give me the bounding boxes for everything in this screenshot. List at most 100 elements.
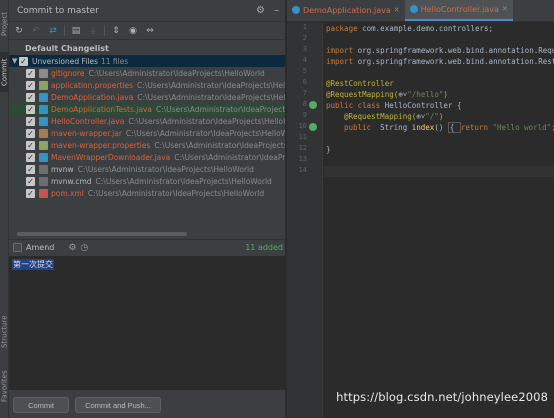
tool-tab-favorites[interactable]: Favorites — [0, 364, 9, 408]
line-number: 11 — [298, 133, 307, 141]
shelve-icon[interactable]: ▤ — [70, 25, 82, 37]
file-row[interactable]: ✓ MavenWrapperDownloader.java C:\Users\Adm… — [9, 151, 285, 163]
file-icon — [39, 92, 48, 102]
tool-tab-structure[interactable]: Structure — [0, 310, 9, 354]
clock-icon[interactable]: ◷ — [80, 243, 88, 253]
current-line-highlight — [324, 166, 554, 177]
toolbar-divider — [104, 25, 105, 36]
amend-bar: Amend ⚙ ◷ 11 added — [9, 239, 286, 255]
chevron-down-icon[interactable]: ▼ — [12, 57, 19, 65]
minimize-icon[interactable]: – — [274, 5, 279, 17]
file-list: ✓ gitignore C:\Users\Administrator\IdeaPro… — [9, 67, 285, 199]
amend-label[interactable]: Amend — [26, 243, 54, 252]
editor-tabs: DemoApplication.java ✕ HelloController.j… — [287, 0, 554, 22]
file-icon — [39, 152, 48, 162]
file-checkbox[interactable]: ✓ — [26, 68, 35, 78]
watermark: https://blog.csdn.net/johneylee2008 — [336, 390, 548, 404]
line-number: 2 — [302, 34, 307, 42]
file-path: C:\Users\Administrator\IdeaProjects\Hell… — [87, 188, 265, 198]
code-area[interactable]: 1 2 3 4 5 6 7 8 9 10 11 12 13 14 package… — [287, 23, 554, 418]
group-label: Unversioned Files — [32, 56, 98, 66]
spring-mapping-icon[interactable] — [309, 123, 317, 131]
tool-tab-commit[interactable]: Commit — [0, 52, 9, 92]
file-checkbox[interactable]: ✓ — [26, 116, 35, 126]
file-checkbox[interactable]: ✓ — [26, 128, 35, 138]
file-row[interactable]: ✓ mvnw.cmd C:\Users\Administrator\IdeaProj… — [9, 175, 285, 187]
commit-message-input[interactable]: 第一次提交 — [9, 256, 286, 390]
line-number: 10 — [298, 122, 307, 130]
line-number: 6 — [302, 78, 307, 86]
file-checkbox[interactable]: ✓ — [26, 92, 35, 102]
line-number: 7 — [302, 89, 307, 97]
tab-hello-controller[interactable]: HelloController.java ✕ — [404, 0, 513, 21]
close-icon[interactable]: ✕ — [502, 5, 508, 13]
added-status: 11 added — [245, 243, 283, 252]
file-checkbox[interactable]: ✓ — [26, 140, 35, 150]
file-name: mvnw.cmd — [51, 176, 92, 186]
changes-tree: Default Changelist ▼ ✓ Unversioned Files… — [9, 40, 285, 230]
file-name: application.properties — [51, 80, 134, 90]
rollback-icon[interactable]: ↶ — [30, 25, 42, 37]
file-row[interactable]: ✓ mvnw C:\Users\Administrator\IdeaProjects… — [9, 163, 285, 175]
commit-button[interactable]: Commit — [13, 397, 69, 413]
gear-icon[interactable]: ⚙ — [68, 243, 76, 253]
checkbox-checked[interactable]: ✓ — [19, 56, 28, 66]
file-name: MavenWrapperDownloader.java — [51, 152, 171, 162]
eye-icon[interactable]: ◉ — [127, 25, 139, 37]
left-tool-strip: Project Commit Structure Favorites — [0, 0, 9, 418]
tab-demo-application[interactable]: DemoApplication.java ✕ — [287, 0, 405, 21]
file-row[interactable]: ✓ pom.xml C:\Users\Administrator\IdeaProje… — [9, 187, 285, 199]
unversioned-files-group[interactable]: ▼ ✓ Unversioned Files 11 files — [9, 55, 285, 67]
commit-and-push-button[interactable]: Commit and Push... — [75, 397, 161, 413]
tab-label: HelloController.java — [420, 4, 499, 14]
expand-icon[interactable]: ⇕ — [110, 25, 122, 37]
file-icon — [39, 140, 48, 150]
changelist-label[interactable]: Default Changelist — [9, 43, 285, 55]
file-name: DemoApplication.java — [51, 92, 134, 102]
file-row[interactable]: ✓ DemoApplication.java C:\Users\Administra… — [9, 91, 285, 103]
file-checkbox[interactable]: ✓ — [26, 176, 35, 186]
file-path: C:\Users\Administrator\IdeaProjects\Hell… — [77, 164, 254, 174]
close-icon[interactable]: ✕ — [394, 6, 400, 14]
file-name: maven-wrapper.jar — [51, 128, 122, 138]
file-checkbox[interactable]: ✓ — [26, 152, 35, 162]
java-class-icon — [409, 5, 418, 13]
refresh-icon[interactable]: ↻ — [13, 25, 25, 37]
file-checkbox[interactable]: ✓ — [26, 80, 35, 90]
commit-panel: Commit to master ⚙ – ↻ ↶ ⇄ ▤ ⤓ ⇕ ◉ ⇔ Def… — [9, 0, 286, 418]
file-icon — [39, 176, 48, 186]
horizontal-scrollbar[interactable] — [17, 232, 187, 236]
file-path: C:\Users\Administrator\IdeaProjects\ — [154, 140, 285, 150]
file-path: C:\Users\Administrator\IdeaProjects\Hell… — [88, 68, 265, 78]
line-number: 4 — [302, 56, 307, 64]
line-number: 14 — [298, 166, 307, 174]
file-row[interactable]: ✓ application.properties C:\Users\Administ… — [9, 79, 285, 91]
file-name: DemoApplicationTests.java — [51, 104, 152, 114]
file-row[interactable]: ✓ maven-wrapper.jar C:\Users\Administrator… — [9, 127, 285, 139]
file-icon — [39, 116, 48, 126]
file-row[interactable]: ✓ HelloController.java C:\Users\Administra… — [9, 115, 285, 127]
file-checkbox[interactable]: ✓ — [26, 188, 35, 198]
amend-checkbox[interactable] — [13, 243, 22, 252]
file-path: C:\Users\Administrator\IdeaProjects\Hell… — [137, 80, 285, 90]
tool-tab-project[interactable]: Project — [0, 6, 9, 42]
gear-icon[interactable]: ⚙ — [256, 5, 265, 17]
file-path: C:\Users\Administrator\IdeaProjects\Hell… — [95, 176, 272, 186]
file-name: mvnw — [51, 164, 74, 174]
file-icon — [39, 188, 48, 198]
diff-icon[interactable]: ⇄ — [47, 25, 59, 37]
file-icon — [39, 68, 48, 78]
file-row[interactable]: ✓ DemoApplicationTests.java C:\Users\Admin… — [9, 103, 285, 115]
file-row[interactable]: ✓ maven-wrapper.properties C:\Users\Admini… — [9, 139, 285, 151]
file-checkbox[interactable]: ✓ — [26, 104, 35, 114]
file-icon — [39, 80, 48, 90]
file-checkbox[interactable]: ✓ — [26, 164, 35, 174]
download-icon[interactable]: ⤓ — [87, 25, 99, 37]
line-number: 5 — [302, 67, 307, 75]
java-class-icon — [292, 6, 300, 14]
collapse-icon[interactable]: ⇔ — [144, 25, 156, 37]
file-path: C:\Users\Administrator\IdeaProjects\Hell… — [137, 92, 285, 102]
line-gutter: 1 2 3 4 5 6 7 8 9 10 11 12 13 14 — [287, 23, 323, 418]
file-row[interactable]: ✓ gitignore C:\Users\Administrator\IdeaPro… — [9, 67, 285, 79]
spring-bean-icon[interactable] — [309, 101, 317, 109]
